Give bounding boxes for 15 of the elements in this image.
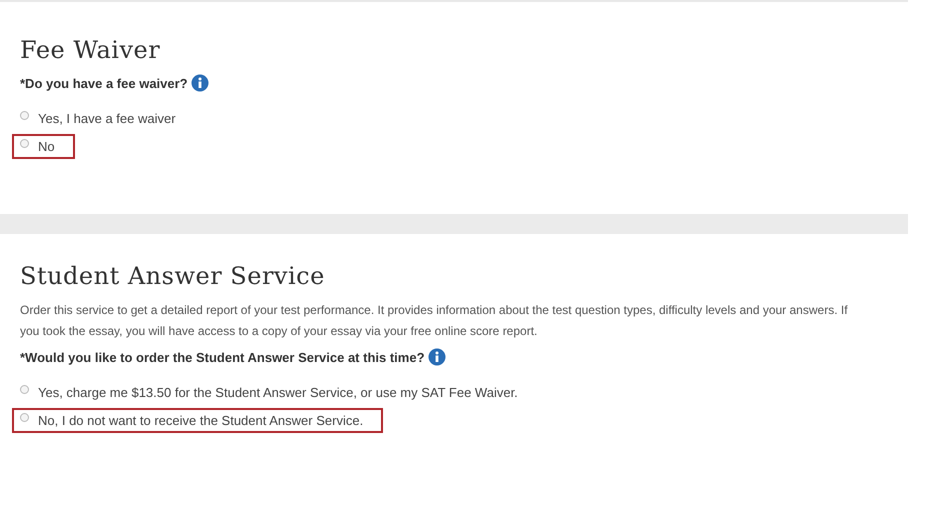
section-title: Fee Waiver xyxy=(20,36,162,64)
question-label: *Would you like to order the Student Answer Service at this time? xyxy=(20,350,425,364)
description-text: Order this service to get a detailed report of your test performance. It provides information about the test question types, difficulty levels and your answers. If you took the essay, you will have access to a copy of your essay via your free online score report. xyxy=(20,302,849,340)
question-label: *Do you have a fee waiver? xyxy=(20,76,188,90)
radio-button[interactable] xyxy=(20,139,29,148)
section-title: Student Answer Service xyxy=(20,262,326,290)
radio-button[interactable] xyxy=(20,413,29,422)
info-icon[interactable] xyxy=(190,74,209,92)
option-label: Yes, charge me $13.50 for the Student Answer Service, or use my SAT Fee Waiver. xyxy=(38,385,518,400)
option-label: No xyxy=(38,139,55,154)
info-icon[interactable] xyxy=(428,348,446,366)
radio-button[interactable] xyxy=(20,111,29,120)
option-label: Yes, I have a fee waiver xyxy=(38,111,176,126)
option-label: No, I do not want to receive the Student Answer Service. xyxy=(38,413,364,428)
radio-button[interactable] xyxy=(20,385,29,394)
